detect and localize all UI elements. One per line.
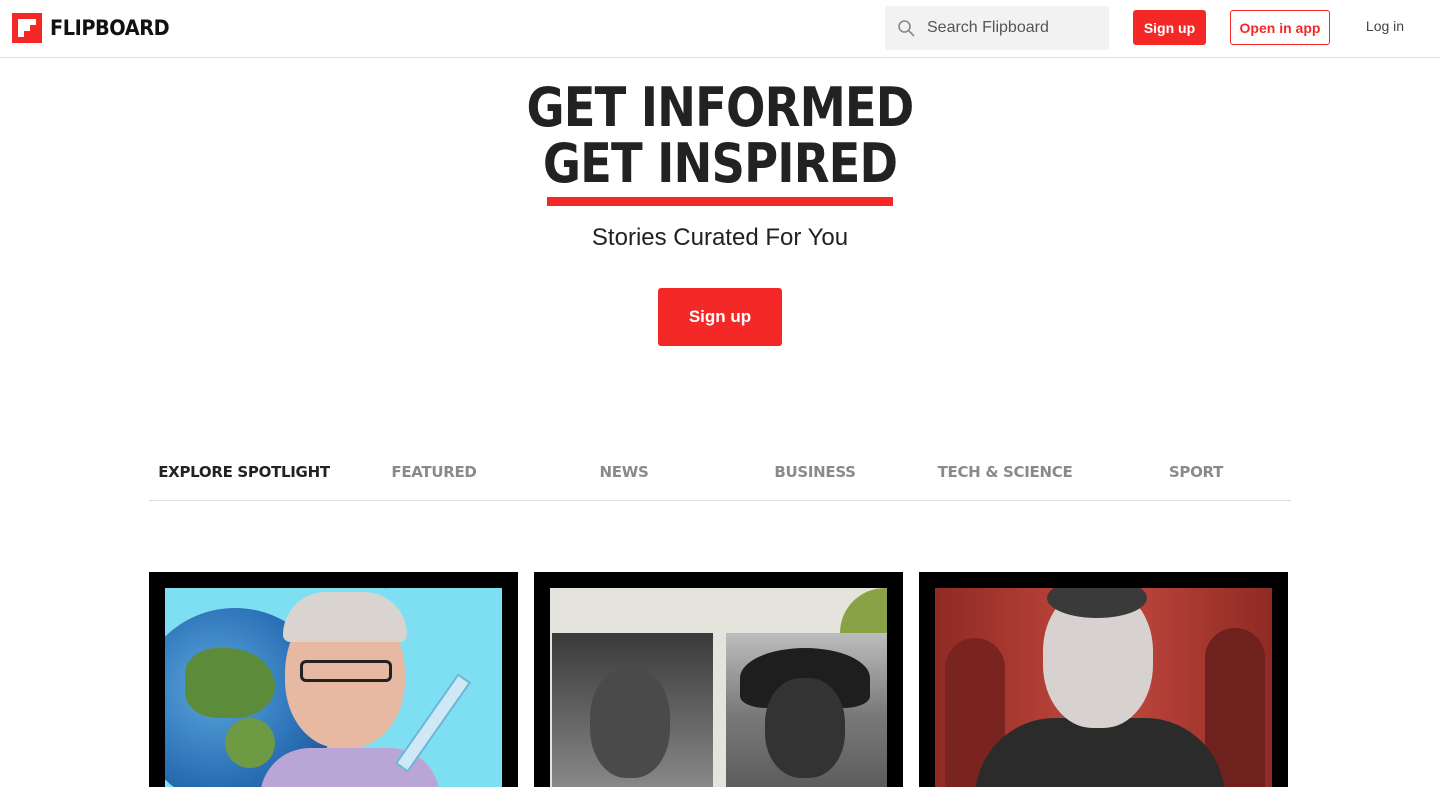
search-box[interactable] [885,6,1109,50]
story-card[interactable] [149,572,518,787]
flipboard-logo-link[interactable]: FLIPBOARD [12,13,180,43]
story-image [935,588,1272,787]
login-link[interactable]: Log in [1355,18,1415,34]
tab-sport[interactable]: SPORT [1101,446,1291,500]
category-tabs: EXPLORE SPOTLIGHT FEATURED NEWS BUSINESS… [149,446,1291,501]
headline-underline [547,197,893,206]
hero-signup-button[interactable]: Sign up [658,288,782,346]
search-icon [898,20,915,37]
header-signup-button[interactable]: Sign up [1133,10,1206,45]
open-in-app-button[interactable]: Open in app [1230,10,1330,45]
headline-line-1: GET INFORMED [526,76,915,139]
story-image [165,588,502,787]
tab-news[interactable]: NEWS [529,446,719,500]
hero-subtitle: Stories Curated For You [591,224,849,251]
story-card[interactable] [919,572,1288,787]
story-image [550,588,887,787]
search-input[interactable] [927,6,1102,50]
hero-section: GET INFORMED GET INSPIRED Stories Curate… [0,58,1440,346]
logo-text: FLIPBOARD [50,16,170,40]
tab-business[interactable]: BUSINESS [720,446,910,500]
story-card[interactable] [534,572,903,787]
flipboard-logo-icon [12,13,42,43]
hero-headline: GET INFORMED GET INSPIRED [101,80,1339,192]
headline-line-2: GET INSPIRED [542,132,898,195]
tab-featured[interactable]: FEATURED [339,446,529,500]
tab-explore-spotlight[interactable]: EXPLORE SPOTLIGHT [149,446,339,500]
top-navigation-bar: FLIPBOARD Sign up Open in app Log in [0,0,1440,58]
tab-tech-science[interactable]: TECH & SCIENCE [910,446,1100,500]
